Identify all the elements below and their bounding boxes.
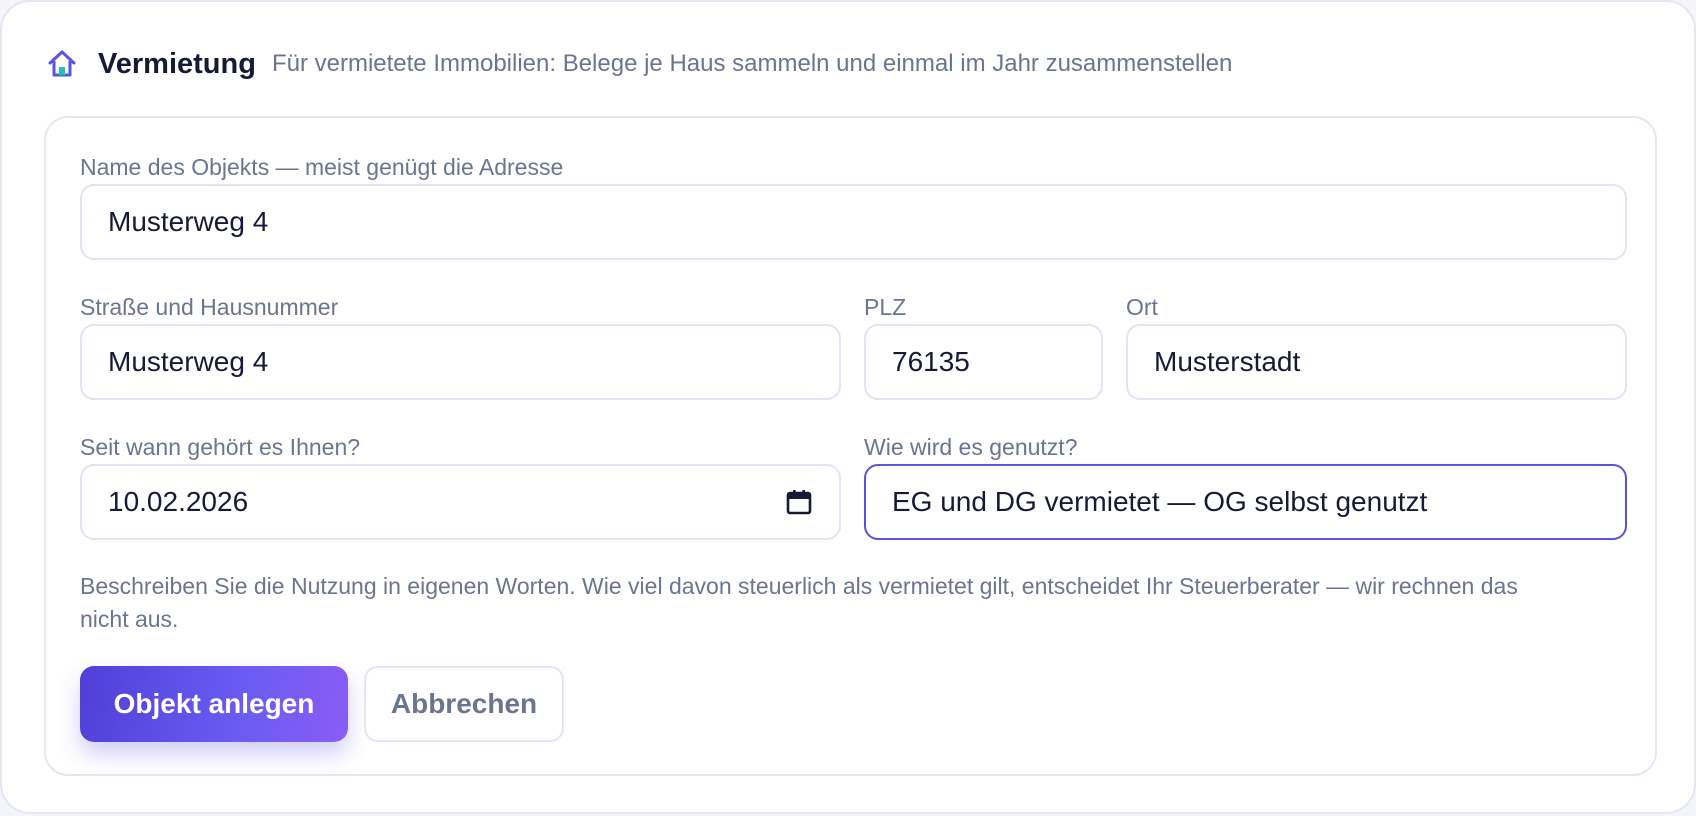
city-input[interactable]: Musterstadt <box>1126 324 1627 400</box>
city-value: Musterstadt <box>1154 346 1301 377</box>
zip-label: PLZ <box>864 294 907 320</box>
usage-label: Wie wird es genutzt? <box>864 434 1078 460</box>
street-value: Musterweg 4 <box>108 346 269 377</box>
home-icon <box>46 48 78 80</box>
zip-input[interactable]: 76135 <box>864 324 1103 400</box>
page-subtitle: Für vermietete Immobilien: Belege je Hau… <box>271 50 1233 77</box>
since-date-input[interactable]: 10.02.2026 <box>80 464 841 540</box>
create-object-button[interactable]: Objekt anlegen <box>80 666 348 742</box>
object-name-label: Name des Objekts — meist genügt die Adre… <box>80 154 564 180</box>
city-label: Ort <box>1126 294 1158 320</box>
section-header: Vermietung Für vermietete Immobilien: Be… <box>46 46 1232 82</box>
zip-value: 76135 <box>892 346 970 377</box>
street-label: Straße und Hausnummer <box>80 294 339 320</box>
object-name-value: Musterweg 4 <box>108 206 269 237</box>
usage-value: EG und DG vermietet — OG selbst genutzt <box>892 486 1428 517</box>
usage-hint: Beschreiben Sie die Nutzung in eigenen W… <box>80 573 1518 632</box>
rental-card: Vermietung Für vermietete Immobilien: Be… <box>0 0 1696 814</box>
object-form: Name des Objekts — meist genügt die Adre… <box>44 116 1657 776</box>
object-name-input[interactable]: Musterweg 4 <box>80 184 1627 260</box>
street-input[interactable]: Musterweg 4 <box>80 324 841 400</box>
page-title: Vermietung <box>98 47 256 80</box>
cancel-button[interactable]: Abbrechen <box>364 666 564 742</box>
since-label: Seit wann gehört es Ihnen? <box>80 434 361 460</box>
usage-input[interactable]: EG und DG vermietet — OG selbst genutzt <box>864 464 1627 540</box>
calendar-icon[interactable] <box>785 488 813 516</box>
since-value: 10.02.2026 <box>108 486 249 517</box>
